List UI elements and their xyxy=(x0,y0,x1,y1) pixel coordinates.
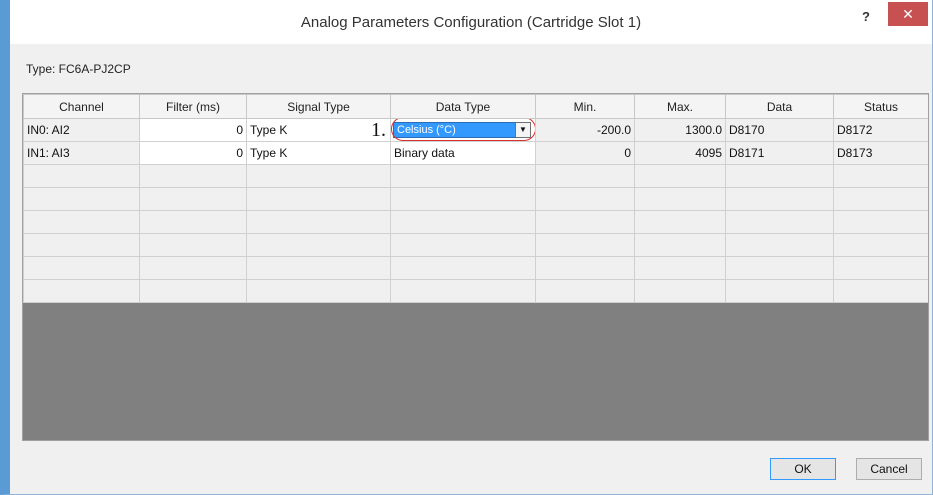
parameters-grid: Channel Filter (ms) Signal Type Data Typ… xyxy=(22,93,929,441)
table-row: IN1: AI3 0 Type K Binary data 0 4095 D81… xyxy=(23,141,928,165)
empty-cell xyxy=(246,279,391,303)
empty-cell xyxy=(833,279,928,303)
empty-row xyxy=(23,256,928,280)
empty-cell xyxy=(23,279,140,303)
empty-cell xyxy=(725,233,834,257)
header-row: Channel Filter (ms) Signal Type Data Typ… xyxy=(23,94,928,119)
empty-cell xyxy=(246,187,391,211)
col-header-filter[interactable]: Filter (ms) xyxy=(139,94,247,119)
empty-cell xyxy=(23,164,140,188)
empty-cell xyxy=(725,256,834,280)
dialog-window: Analog Parameters Configuration (Cartrid… xyxy=(0,0,933,495)
dropdown-arrow-icon[interactable]: ▼ xyxy=(515,122,531,138)
status-cell: D8172 xyxy=(833,118,928,142)
empty-cell xyxy=(634,256,726,280)
empty-cell xyxy=(390,256,536,280)
ok-button[interactable]: OK xyxy=(770,458,836,480)
empty-cell xyxy=(833,164,928,188)
empty-cell xyxy=(139,279,247,303)
empty-cell xyxy=(833,256,928,280)
empty-cell xyxy=(725,164,834,188)
window-title: Analog Parameters Configuration (Cartrid… xyxy=(300,14,642,31)
empty-row xyxy=(23,164,928,188)
empty-cell xyxy=(634,279,726,303)
empty-cell xyxy=(139,210,247,234)
empty-cell xyxy=(246,210,391,234)
empty-rows xyxy=(23,164,928,303)
empty-row xyxy=(23,210,928,234)
empty-cell xyxy=(139,164,247,188)
empty-cell xyxy=(23,233,140,257)
col-header-max[interactable]: Max. xyxy=(634,94,726,119)
channel-cell: IN0: AI2 xyxy=(23,118,140,142)
empty-cell xyxy=(725,187,834,211)
col-header-status[interactable]: Status xyxy=(833,94,928,119)
title-bar[interactable]: Analog Parameters Configuration (Cartrid… xyxy=(10,0,932,44)
step-annotation: 1. xyxy=(371,119,386,141)
empty-cell xyxy=(535,210,635,234)
empty-cell xyxy=(634,210,726,234)
filter-input[interactable]: 0 xyxy=(139,118,247,142)
data-type-cell[interactable]: Binary data xyxy=(390,141,536,165)
empty-cell xyxy=(139,187,247,211)
empty-row xyxy=(23,279,928,303)
empty-cell xyxy=(246,233,391,257)
channel-cell: IN1: AI3 xyxy=(23,141,140,165)
empty-cell xyxy=(833,233,928,257)
close-button[interactable]: ✕ xyxy=(888,2,928,26)
device-type-label: Type: FC6A-PJ2CP xyxy=(26,62,131,76)
col-header-min[interactable]: Min. xyxy=(535,94,635,119)
col-header-signal-type[interactable]: Signal Type xyxy=(246,94,391,119)
max-cell: 4095 xyxy=(634,141,726,165)
empty-cell xyxy=(23,256,140,280)
empty-cell xyxy=(725,279,834,303)
empty-cell xyxy=(535,279,635,303)
min-cell: -200.0 xyxy=(535,118,635,142)
empty-cell xyxy=(535,256,635,280)
max-cell: 1300.0 xyxy=(634,118,726,142)
min-cell: 0 xyxy=(535,141,635,165)
signal-type-value: Type K xyxy=(250,123,288,137)
data-cell: D8171 xyxy=(725,141,834,165)
empty-row xyxy=(23,233,928,257)
data-type-cell[interactable]: Celsius (°C) ▼ xyxy=(390,118,536,142)
empty-cell xyxy=(390,164,536,188)
status-cell: D8173 xyxy=(833,141,928,165)
empty-cell xyxy=(246,164,391,188)
filter-input[interactable]: 0 xyxy=(139,141,247,165)
empty-cell xyxy=(535,164,635,188)
empty-cell xyxy=(634,164,726,188)
empty-cell xyxy=(246,256,391,280)
empty-cell xyxy=(833,187,928,211)
empty-cell xyxy=(390,279,536,303)
empty-cell xyxy=(390,187,536,211)
empty-cell xyxy=(390,210,536,234)
signal-type-cell[interactable]: Type K xyxy=(246,141,391,165)
empty-cell xyxy=(634,233,726,257)
empty-cell xyxy=(390,233,536,257)
data-type-selected: Celsius (°C) xyxy=(397,124,456,136)
empty-cell xyxy=(139,233,247,257)
data-cell: D8170 xyxy=(725,118,834,142)
cancel-button[interactable]: Cancel xyxy=(856,458,922,480)
help-button[interactable]: ? xyxy=(856,7,876,27)
empty-row xyxy=(23,187,928,211)
table-row: IN0: AI2 0 Type K 1. Celsius (°C) ▼ -200… xyxy=(23,118,928,142)
col-header-channel[interactable]: Channel xyxy=(23,94,140,119)
data-type-dropdown[interactable]: Celsius (°C) ▼ xyxy=(393,122,531,138)
parameters-table: Channel Filter (ms) Signal Type Data Typ… xyxy=(23,94,928,303)
empty-cell xyxy=(139,256,247,280)
empty-cell xyxy=(725,210,834,234)
signal-type-cell[interactable]: Type K 1. xyxy=(246,118,391,142)
empty-cell xyxy=(535,233,635,257)
empty-cell xyxy=(535,187,635,211)
empty-cell xyxy=(23,187,140,211)
col-header-data[interactable]: Data xyxy=(725,94,834,119)
empty-cell xyxy=(634,187,726,211)
empty-cell xyxy=(833,210,928,234)
empty-cell xyxy=(23,210,140,234)
col-header-data-type[interactable]: Data Type xyxy=(390,94,536,119)
